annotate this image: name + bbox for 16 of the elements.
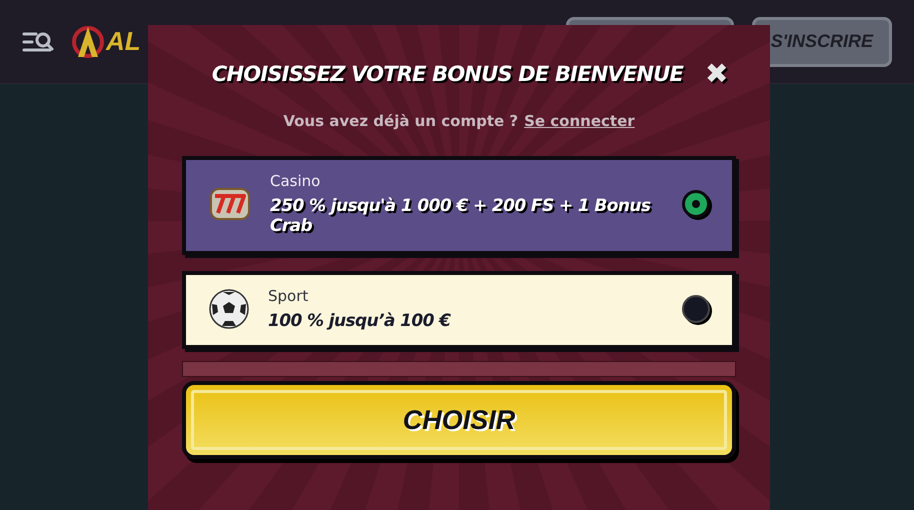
login-link[interactable]: Se connecter [524,112,635,130]
soccer-ball-icon [208,288,250,330]
menu-search-icon[interactable] [22,30,54,54]
option-name: Casino [270,172,322,190]
logo-text[interactable]: AL [106,26,141,57]
account-prompt: Vous avez déjà un compte ? [283,112,518,130]
option-offer: 250 % jusqu'à 1 000 € + 200 FS + 1 Bonus Crab [270,196,652,237]
radio-button[interactable] [682,294,710,323]
bonus-option[interactable]: Casino 250 % jusqu'à 1 000 € + 200 FS + 1 Bonus Crab [182,156,736,255]
option-name: Sport [268,286,310,305]
bonus-option[interactable]: Sport 100 % jusqu’à 100 € [182,270,736,350]
option-offer: 100 % jusqu’à 100 € [268,310,452,332]
slot-777-icon [208,186,252,222]
radio-button[interactable] [682,190,710,218]
close-button[interactable]: ✖ [705,57,728,90]
modal-title: CHOISISSEZ VOTRE BONUS DE BIENVENUE [212,62,684,86]
